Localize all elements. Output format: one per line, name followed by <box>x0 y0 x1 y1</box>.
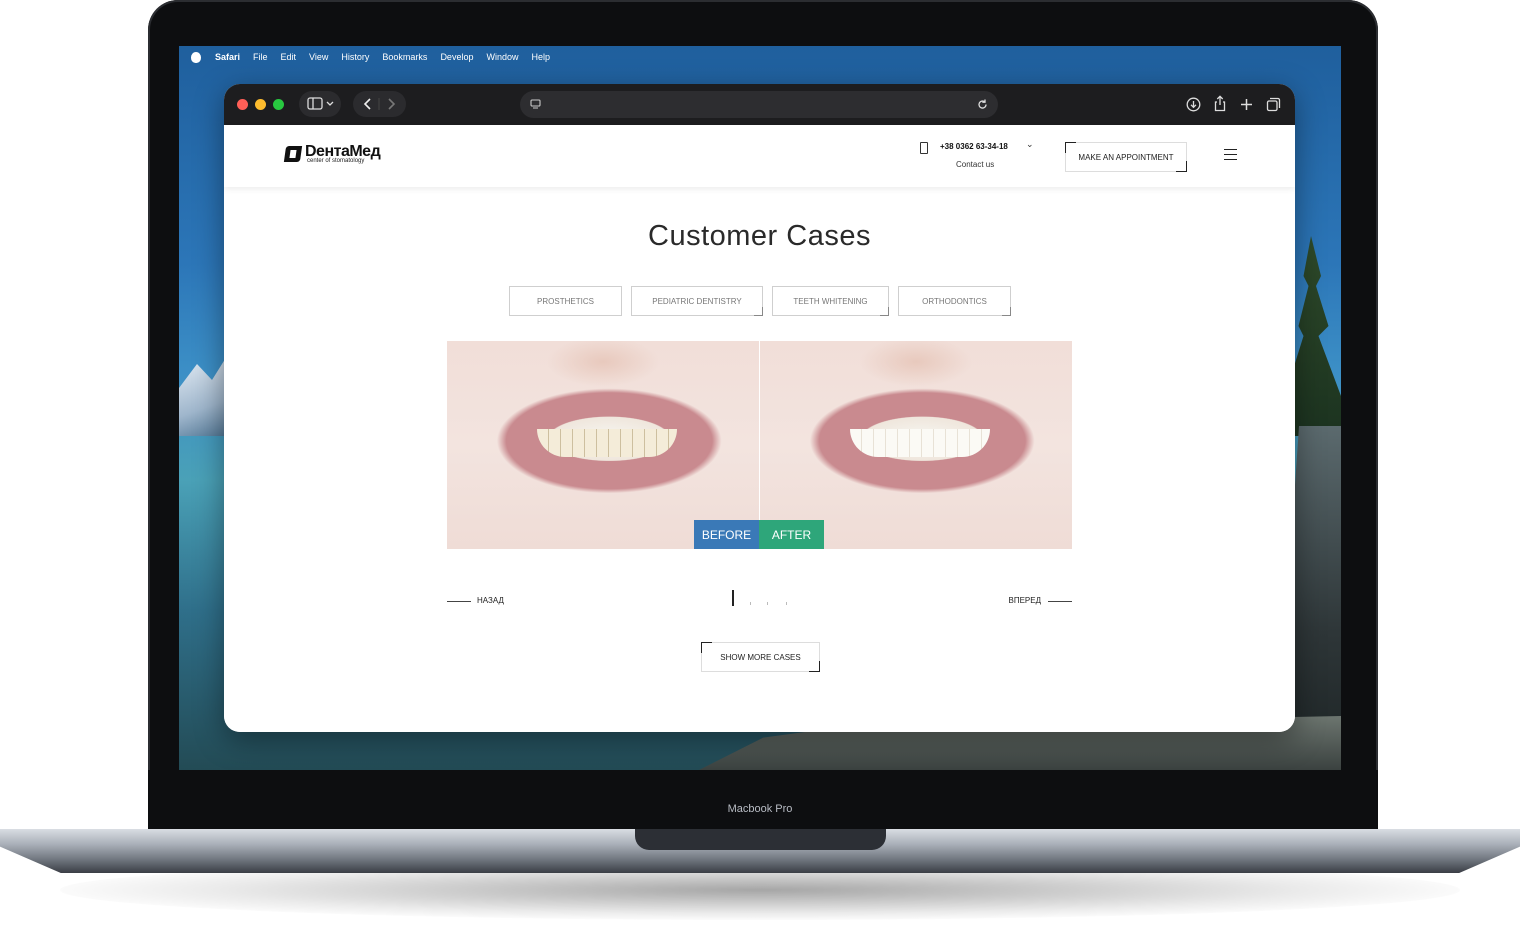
address-bar[interactable] <box>520 91 998 118</box>
next-button[interactable]: ВПЕРЕД <box>1008 596 1041 605</box>
before-after-photo: BEFORE AFTER <box>447 341 1072 549</box>
chevron-down-icon[interactable]: ⌄ <box>1026 139 1034 150</box>
back-icon[interactable] <box>363 98 371 110</box>
case-pager: НАЗАД ВПЕРЕД <box>447 590 1072 609</box>
filter-pediatric-dentistry[interactable]: PEDIATRIC DENTISTRY <box>631 286 763 316</box>
filter-prosthetics[interactable]: PROSTHETICS <box>509 286 622 316</box>
wallpaper-trees <box>1291 236 1341 436</box>
minimize-window-button[interactable] <box>255 99 266 110</box>
logo-subtitle: center of stomatology <box>307 158 365 164</box>
site-header: DентаМед center of stomatology +38 0362 … <box>224 125 1295 187</box>
history-nav-group <box>353 91 406 117</box>
safari-toolbar <box>224 84 1295 125</box>
sidebar-icon <box>307 97 334 110</box>
hamburger-menu-icon[interactable] <box>1224 149 1237 160</box>
share-icon[interactable] <box>1213 95 1227 112</box>
menu-help[interactable]: Help <box>531 52 550 62</box>
apple-icon[interactable] <box>191 51 201 63</box>
tabs-overview-icon[interactable] <box>1266 97 1281 112</box>
menu-view[interactable]: View <box>309 52 328 62</box>
show-more-cases-button[interactable]: SHOW MORE CASES <box>701 642 820 672</box>
macos-menubar: Safari File Edit View History Bookmarks … <box>179 46 1341 68</box>
menu-window[interactable]: Window <box>486 52 518 62</box>
pager-dot[interactable] <box>767 602 768 605</box>
zoom-window-button[interactable] <box>273 99 284 110</box>
show-more-label: SHOW MORE CASES <box>720 652 801 662</box>
new-tab-icon[interactable] <box>1240 98 1253 111</box>
menu-bookmarks[interactable]: Bookmarks <box>382 52 427 62</box>
make-appointment-button[interactable]: MAKE AN APPOINTMENT <box>1065 142 1187 172</box>
prev-button[interactable]: НАЗАД <box>477 596 504 605</box>
model-label: Macbook Pro <box>727 803 793 815</box>
menu-edit[interactable]: Edit <box>281 52 297 62</box>
reload-icon[interactable] <box>976 98 989 111</box>
filter-orthodontics[interactable]: ORTHODONTICS <box>898 286 1011 316</box>
forward-icon[interactable] <box>388 98 396 110</box>
filter-teeth-whitening[interactable]: TEETH WHITENING <box>772 286 889 316</box>
pager-dot[interactable] <box>750 602 751 605</box>
make-appointment-label: MAKE AN APPOINTMENT <box>1078 152 1174 162</box>
phone-icon <box>920 142 928 154</box>
before-badge[interactable]: BEFORE <box>694 520 759 549</box>
pager-dot[interactable] <box>786 602 787 605</box>
case-filters: PROSTHETICS PEDIATRIC DENTISTRY TEETH WH… <box>509 286 1011 316</box>
pager-current-indicator <box>732 590 734 606</box>
menu-develop[interactable]: Develop <box>440 52 473 62</box>
laptop-notch <box>635 829 886 850</box>
safari-window: DентаМед center of stomatology +38 0362 … <box>224 84 1295 732</box>
download-icon[interactable] <box>1186 97 1201 112</box>
page-icon <box>530 99 541 109</box>
phone-number[interactable]: +38 0362 63-34-18 <box>940 142 1008 151</box>
page-title: Customer Cases <box>648 220 871 252</box>
menu-file[interactable]: File <box>253 52 268 62</box>
close-window-button[interactable] <box>237 99 248 110</box>
after-badge[interactable]: AFTER <box>759 520 824 549</box>
bottom-bezel <box>148 770 1378 830</box>
webpage: DентаМед center of stomatology +38 0362 … <box>224 125 1295 732</box>
logo-mark-icon <box>283 146 303 162</box>
menu-safari[interactable]: Safari <box>215 52 240 62</box>
contact-link[interactable]: Contact us <box>956 160 994 169</box>
after-photo <box>760 341 1072 549</box>
sidebar-toggle-button[interactable] <box>299 91 341 117</box>
menu-history[interactable]: History <box>341 52 369 62</box>
before-photo <box>447 341 759 549</box>
screen: Safari File Edit View History Bookmarks … <box>179 46 1341 770</box>
